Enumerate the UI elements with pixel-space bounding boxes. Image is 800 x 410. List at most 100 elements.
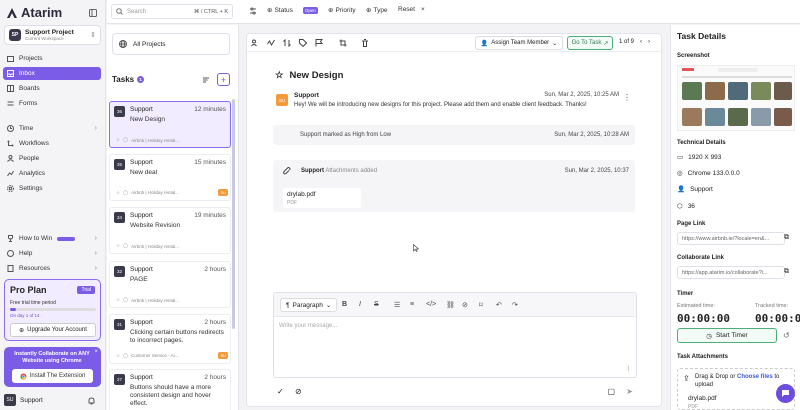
filter-icon[interactable]	[249, 7, 257, 15]
choose-files-link[interactable]: Choose files	[737, 374, 773, 380]
hide-icon[interactable]: ⊘	[295, 387, 302, 396]
star-icon[interactable]: ☆	[116, 297, 120, 303]
nav-settings[interactable]: Settings	[3, 182, 101, 195]
book-icon	[7, 265, 14, 272]
task-footer: ☆ ◯ Airbnb | Holiday rental... SU	[116, 189, 228, 196]
task-title: PAGE	[130, 276, 148, 283]
task-toolbar: 👤 Assign Team Member ⌄ Go To Task ↗ 1 of 9 ‹…	[247, 34, 663, 52]
attached-file-name[interactable]: drylab.pdf	[688, 395, 717, 402]
task-card[interactable]: 31 Support 2 hours Clicking certain butt…	[109, 314, 231, 364]
nav-workflows[interactable]: Workflows	[3, 137, 101, 150]
check-icon[interactable]: ✓	[277, 387, 284, 396]
project-selector[interactable]: All Projects	[112, 33, 230, 55]
star-icon[interactable]: ☆	[116, 190, 120, 196]
go-to-task-button[interactable]: Go To Task ↗	[567, 36, 613, 50]
send-icon[interactable]: ➤	[626, 387, 633, 396]
nav-people[interactable]: People	[3, 152, 101, 165]
chrome-extension-promo: × Instantly Collaborate on ANY Website u…	[4, 347, 101, 387]
inbox-icon	[7, 70, 14, 77]
nav-boards[interactable]: Boards	[3, 82, 101, 95]
nav-label: Projects	[19, 55, 43, 62]
flag-icon[interactable]	[315, 39, 323, 47]
task-screenshot[interactable]	[677, 65, 795, 131]
attachment-file[interactable]: drylab.pdf PDF	[283, 188, 361, 208]
nav-help[interactable]: Help ›	[3, 247, 101, 260]
workspace-switcher[interactable]: SP Support Project Current Workspace ⇕	[4, 25, 101, 45]
bell-icon[interactable]	[88, 397, 95, 405]
task-card[interactable]: 34 Support 19 minutes Website Revision ☆…	[109, 207, 231, 254]
trash-icon[interactable]	[361, 39, 369, 47]
sort-icon[interactable]	[202, 76, 210, 84]
page-link-field[interactable]: https://www.airbnb.ie/?locale=en&...	[677, 232, 785, 245]
task-list-scrollbar[interactable]	[232, 99, 235, 329]
pencil-icon[interactable]: ✎	[723, 314, 729, 322]
task-site: Airbnb | Holiday rental...	[131, 137, 180, 143]
note-icon[interactable]: ▢	[607, 387, 615, 396]
upgrade-button[interactable]: ⊕ Upgrade Your Account	[10, 323, 96, 337]
tag-icon[interactable]	[299, 39, 307, 47]
assign-team-member-button[interactable]: 👤 Assign Team Member ⌄	[475, 36, 563, 50]
nav-analytics[interactable]: Analytics	[3, 167, 101, 180]
close-icon[interactable]: ×	[94, 349, 98, 355]
star-icon[interactable]: ☆	[116, 137, 120, 143]
copy-icon[interactable]: ⧉	[784, 268, 789, 276]
attach-icon[interactable]: ⌇	[627, 365, 630, 373]
task-card[interactable]: 27 Support 2 hours Buttons should have a…	[109, 369, 231, 410]
task-title[interactable]: New Design	[290, 70, 344, 81]
chevron-left-icon[interactable]: ‹	[640, 39, 642, 45]
current-user[interactable]: SU Support	[4, 394, 43, 406]
nav-projects[interactable]: Projects	[3, 52, 101, 65]
status-filter[interactable]: ⊕ Status Open	[267, 6, 318, 14]
star-icon[interactable]: ☆	[116, 353, 120, 359]
search-input[interactable]: Search ⌘ / CTRL + K	[111, 4, 233, 19]
priority-filter[interactable]: ⊕ Priority	[328, 6, 356, 15]
bullet-list-icon[interactable]: ☰	[394, 301, 400, 309]
analytics-icon	[7, 170, 14, 177]
install-extension-button[interactable]: Install The Extension	[12, 369, 93, 383]
code-icon[interactable]: </>	[426, 301, 436, 308]
bold-icon[interactable]: B	[342, 301, 347, 308]
comment-author: Support	[294, 92, 319, 99]
paperclip-icon	[283, 167, 291, 175]
crop-icon[interactable]	[339, 39, 347, 47]
task-card[interactable]: 32 Support 2 hours PAGE ☆ ◯ Airbnb | Holid…	[109, 261, 231, 308]
task-card[interactable]: 35 Support 15 minutes New deal ☆ ◯ Airbnb …	[109, 154, 231, 201]
add-task-button[interactable]: +	[217, 73, 230, 86]
copy-icon[interactable]: ⧉	[784, 234, 789, 242]
nav-inbox[interactable]: Inbox	[3, 67, 101, 80]
bookmark-icon[interactable]: ⌑	[479, 301, 483, 309]
redo-icon[interactable]: ↷	[512, 301, 518, 309]
sort-arrows-icon[interactable]	[283, 39, 291, 47]
open-badge: Open	[302, 6, 318, 14]
type-filter[interactable]: ⊕ Type	[366, 6, 388, 15]
collapse-sidebar-icon[interactable]	[89, 9, 97, 17]
task-card[interactable]: 36 Support 12 minutes New Design ☆ ◯ Airbn…	[109, 101, 231, 148]
activity-icon[interactable]	[267, 39, 275, 47]
chevron-right-icon[interactable]: ›	[648, 39, 650, 45]
unlink-icon[interactable]: ⊘	[462, 301, 468, 309]
reset-filters[interactable]: Reset ×	[398, 6, 425, 13]
strikethrough-icon[interactable]: S	[374, 301, 379, 308]
chat-support-button[interactable]	[776, 384, 795, 403]
more-options-icon[interactable]: ⋮	[623, 93, 631, 102]
star-icon[interactable]: ☆	[116, 243, 120, 249]
project-selector-label: All Projects	[133, 40, 166, 48]
history-icon[interactable]: ↺	[783, 331, 790, 340]
nav-resources[interactable]: Resources ›	[3, 262, 101, 275]
undo-icon[interactable]: ↶	[496, 301, 502, 309]
nav-how-to-win[interactable]: How to Win ›	[3, 232, 101, 245]
workspace-subtitle: Current Workspace	[25, 36, 64, 41]
start-timer-button[interactable]: ◷ Start Timer	[677, 328, 777, 343]
italic-icon[interactable]: I	[359, 301, 361, 308]
numbered-list-icon[interactable]: ≡	[410, 301, 414, 308]
app-logo[interactable]: Atarim	[6, 5, 62, 20]
globe-icon: ◯	[123, 243, 129, 248]
nav-forms[interactable]: Forms	[3, 97, 101, 110]
nav-time[interactable]: Time ›	[3, 122, 101, 135]
collaborate-link-field[interactable]: https://app.atarim.io/collaborate?i...	[677, 266, 785, 279]
star-icon[interactable]: ☆	[275, 70, 284, 81]
assign-users-icon[interactable]	[251, 39, 259, 47]
message-input[interactable]: Write your message...	[279, 323, 337, 329]
link-icon[interactable]: ⛓	[446, 301, 455, 309]
block-type-select[interactable]: ¶ Paragraph ⌄	[280, 298, 338, 312]
